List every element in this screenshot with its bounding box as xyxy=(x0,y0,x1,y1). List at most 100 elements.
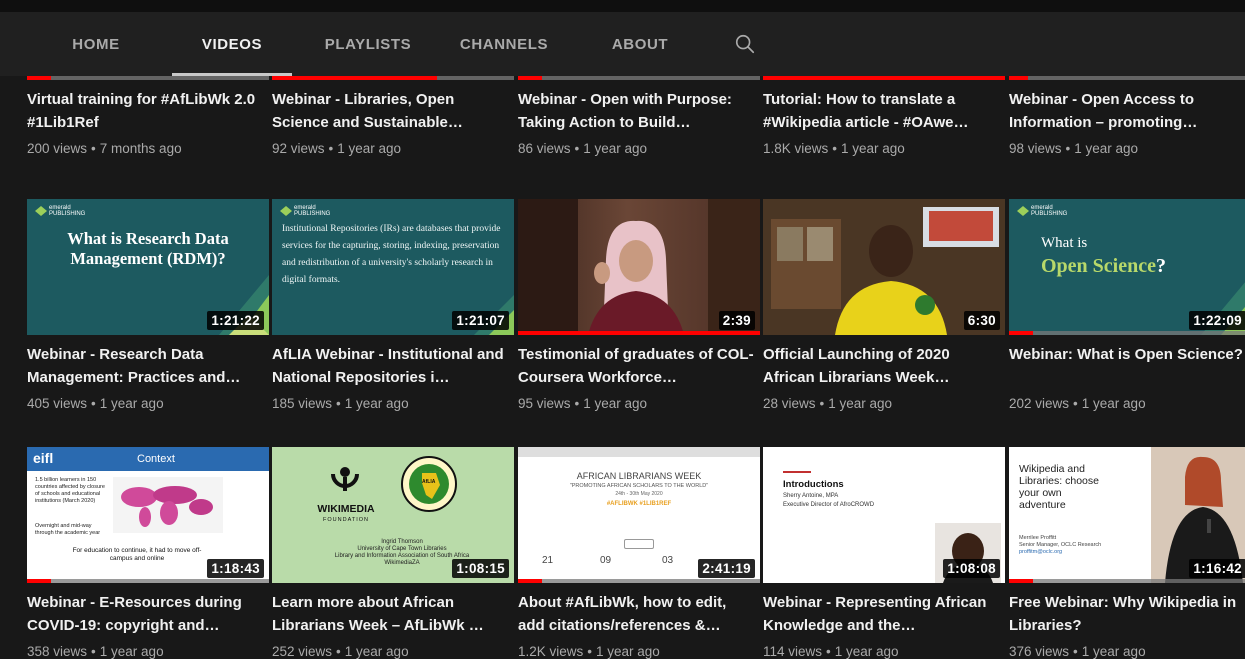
video-card[interactable]: AFRICAN LIBRARIANS WEEK "PROMOTING AFRIC… xyxy=(518,447,760,659)
watch-progress-bar xyxy=(518,76,760,80)
video-title[interactable]: AfLIA Webinar - Institutional and Nation… xyxy=(272,343,508,389)
video-meta: 95 views • 1 year ago xyxy=(518,396,648,411)
video-title[interactable]: Webinar - Research Data Management: Prac… xyxy=(27,343,263,389)
video-title[interactable]: Webinar - Representing African Knowledge… xyxy=(763,591,999,637)
browser-top-strip xyxy=(0,0,1245,12)
tab-home[interactable]: HOME xyxy=(28,12,164,76)
watch-progress-bar xyxy=(1009,76,1245,80)
video-thumbnail[interactable]: 2:39 xyxy=(518,199,760,335)
world-map xyxy=(113,477,223,533)
emerald-gem-icon xyxy=(35,206,47,216)
video-card[interactable]: emerald PUBLISHING What is Open Science?… xyxy=(1009,199,1245,413)
video-title[interactable]: Testimonial of graduates of COL-Coursera… xyxy=(518,343,754,389)
video-thumbnail[interactable]: emerald PUBLISHING Institutional Reposit… xyxy=(272,199,514,335)
eifl-logo: eifl xyxy=(33,450,54,466)
video-card[interactable]: Introductions Sherry Antoine, MPA Execut… xyxy=(763,447,1005,659)
video-duration: 1:21:07 xyxy=(452,311,509,330)
watch-progress-bar xyxy=(763,76,1005,80)
video-title[interactable]: Learn more about African Librarians Week… xyxy=(272,591,508,637)
video-meta: 28 views • 1 year ago xyxy=(763,396,893,411)
speaker-role: Senior Manager, OCLC Research xyxy=(1019,542,1102,548)
video-title[interactable]: Official Launching of 2020 African Libra… xyxy=(763,343,999,389)
video-thumbnail[interactable] xyxy=(518,76,760,80)
video-thumbnail[interactable]: AFRICAN LIBRARIANS WEEK "PROMOTING AFRIC… xyxy=(518,447,760,583)
video-title[interactable]: About #AfLibWk, how to edit, add citatio… xyxy=(518,591,754,637)
thumbnail-text: Institutional Repositories (IRs) are dat… xyxy=(282,224,501,285)
video-title[interactable]: Virtual training for #AfLibWk 2.0 #1Lib1… xyxy=(27,88,263,134)
video-card[interactable]: emerald PUBLISHING Institutional Reposit… xyxy=(272,199,514,413)
video-thumbnail[interactable]: eifl Context 1.5 billion learners in 150… xyxy=(27,447,269,583)
website-tagline: "PROMOTING AFRICAN SCHOLARS TO THE WORLD… xyxy=(569,483,709,489)
thumbnail-line-2: Open Science? xyxy=(1041,255,1166,277)
tab-videos[interactable]: VIDEOS xyxy=(164,12,300,76)
video-meta: 114 views • 1 year ago xyxy=(763,644,899,659)
website-date: 24th - 30th May 2020 xyxy=(615,491,663,497)
video-card[interactable]: Webinar - Libraries, Open Science and Su… xyxy=(272,76,514,158)
video-meta: 376 views • 1 year ago xyxy=(1009,644,1146,659)
watch-progress-bar xyxy=(518,331,760,335)
video-title[interactable]: Webinar - E-Resources during COVID-19: c… xyxy=(27,591,263,637)
video-thumbnail[interactable] xyxy=(27,76,269,80)
channel-tabs: HOME VIDEOS PLAYLISTS CHANNELS ABOUT xyxy=(0,12,1245,76)
video-thumbnail[interactable] xyxy=(763,76,1005,80)
video-title[interactable]: Tutorial: How to translate a #Wikipedia … xyxy=(763,88,999,134)
video-title[interactable]: Webinar - Libraries, Open Science and Su… xyxy=(272,88,508,134)
thumbnail-line-1: What is xyxy=(1041,235,1088,251)
wikimedia-wordmark: WIKIMEDIA xyxy=(317,503,375,515)
watch-progress-bar xyxy=(1009,331,1245,335)
video-card[interactable]: WIKIMEDIA FOUNDATION AfLIA Ingrid Thomso… xyxy=(272,447,514,659)
video-card[interactable]: Webinar - Open with Purpose: Taking Acti… xyxy=(518,76,760,158)
video-card[interactable]: Wikipedia and Libraries: choose your own… xyxy=(1009,447,1245,659)
watch-progress-bar xyxy=(27,579,269,583)
video-meta: 98 views • 1 year ago xyxy=(1009,141,1139,156)
video-thumbnail[interactable] xyxy=(272,76,514,80)
tab-about[interactable]: ABOUT xyxy=(572,12,708,76)
slide-heading: Introductions xyxy=(783,479,844,490)
video-title[interactable]: Webinar - Open Access to Information – p… xyxy=(1009,88,1245,134)
emerald-logo: emerald PUBLISHING xyxy=(35,205,85,217)
video-meta: 202 views • 1 year ago xyxy=(1009,396,1146,411)
video-thumbnail[interactable]: Introductions Sherry Antoine, MPA Execut… xyxy=(763,447,1005,583)
video-thumbnail[interactable]: WIKIMEDIA FOUNDATION AfLIA Ingrid Thomso… xyxy=(272,447,514,583)
emerald-gem-icon xyxy=(280,206,292,216)
wikimedia-logo xyxy=(331,467,359,491)
video-card[interactable]: Tutorial: How to translate a #Wikipedia … xyxy=(763,76,1005,158)
video-card[interactable]: eifl Context 1.5 billion learners in 150… xyxy=(27,447,269,659)
video-card[interactable]: emerald PUBLISHING What is Research Data… xyxy=(27,199,269,413)
slide-bullet: 1.5 billion learners in 150 countries af… xyxy=(35,477,105,504)
video-title[interactable]: Webinar: What is Open Science? xyxy=(1009,343,1245,389)
emerald-gem-icon xyxy=(1017,206,1029,216)
video-duration: 1:18:43 xyxy=(207,559,264,578)
countdown-hours: 09 xyxy=(600,555,612,566)
video-meta: 92 views • 1 year ago xyxy=(272,141,402,156)
video-meta: 86 views • 1 year ago xyxy=(518,141,648,156)
video-grid: Virtual training for #AfLibWk 2.0 #1Lib1… xyxy=(27,76,1245,659)
speaker-credit: Ingrid Thomson University of Cape Town L… xyxy=(334,539,470,566)
video-card[interactable]: Webinar - Open Access to Information – p… xyxy=(1009,76,1245,158)
tab-channels[interactable]: CHANNELS xyxy=(436,12,572,76)
video-title[interactable]: Webinar - Open with Purpose: Taking Acti… xyxy=(518,88,754,134)
watch-progress-bar xyxy=(27,76,269,80)
channel-search-button[interactable] xyxy=(720,12,770,76)
video-card[interactable]: 2:39 Testimonial of graduates of COL-Cou… xyxy=(518,199,760,413)
tab-playlists[interactable]: PLAYLISTS xyxy=(300,12,436,76)
video-thumbnail[interactable]: emerald PUBLISHING What is Research Data… xyxy=(27,199,269,335)
slide-title: Wikipedia and Libraries: choose your own… xyxy=(1019,463,1099,511)
countdown-minutes: 03 xyxy=(662,555,674,566)
video-card[interactable]: Virtual training for #AfLibWk 2.0 #1Lib1… xyxy=(27,76,269,158)
video-thumbnail[interactable]: 6:30 xyxy=(763,199,1005,335)
watch-progress-bar xyxy=(518,579,760,583)
video-thumbnail[interactable] xyxy=(1009,76,1245,80)
video-title[interactable]: Free Webinar: Why Wikipedia in Libraries… xyxy=(1009,591,1245,637)
video-meta: 200 views • 7 months ago xyxy=(27,141,182,156)
video-thumbnail[interactable]: Wikipedia and Libraries: choose your own… xyxy=(1009,447,1245,583)
countdown-days: 21 xyxy=(542,555,554,566)
emerald-logo: emerald PUBLISHING xyxy=(280,205,330,217)
video-card[interactable]: 6:30 Official Launching of 2020 African … xyxy=(763,199,1005,413)
speaker-name: Merrilee Proffitt xyxy=(1019,535,1057,541)
video-meta: 252 views • 1 year ago xyxy=(272,644,409,659)
video-thumbnail[interactable]: emerald PUBLISHING What is Open Science?… xyxy=(1009,199,1245,335)
search-icon xyxy=(735,34,755,54)
video-meta: 185 views • 1 year ago xyxy=(272,396,409,411)
wikimedia-foundation-text: FOUNDATION xyxy=(323,517,369,523)
